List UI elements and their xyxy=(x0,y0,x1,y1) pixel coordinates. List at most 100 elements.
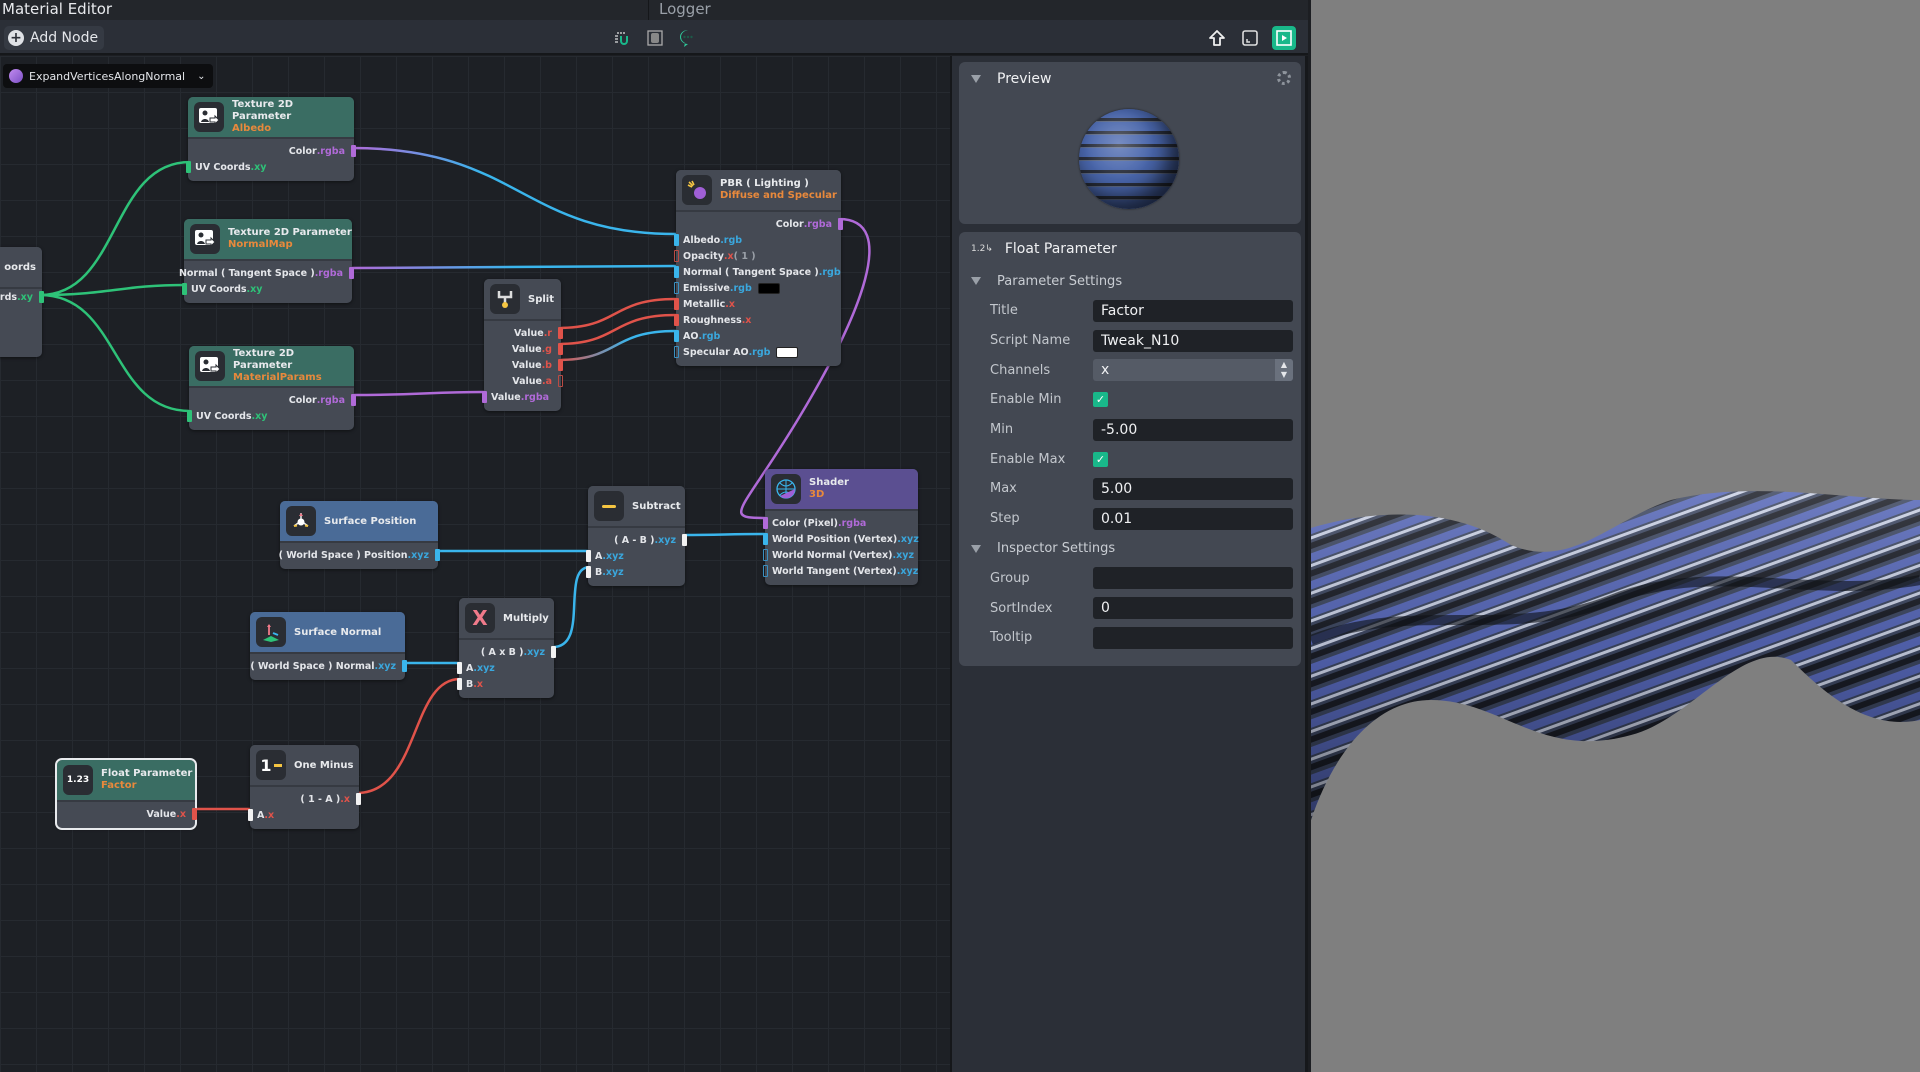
node-graph-canvas[interactable]: ExpandVerticesAlongNormal ⌄ oords ords.x… xyxy=(0,56,952,1072)
collapse-triangle-icon[interactable] xyxy=(971,277,981,285)
row-group: Group xyxy=(959,564,1301,594)
port-ao-in[interactable]: AO .rgb xyxy=(674,328,841,344)
minimap-icon[interactable] xyxy=(1240,28,1260,48)
multiply-icon: X xyxy=(465,603,495,633)
tooltip-input[interactable] xyxy=(1093,626,1293,649)
port-value-out[interactable]: Value .x xyxy=(57,806,197,822)
port-color-out[interactable]: Color .rgba xyxy=(188,143,356,159)
port-b-in[interactable]: B .xyz xyxy=(586,564,685,580)
node-properties-title: Float Parameter xyxy=(1004,241,1117,257)
node-title: Surface Position xyxy=(324,515,417,527)
channels-select[interactable]: x ▲ ▼ xyxy=(1093,359,1293,382)
node-title: Texture 2D Parameter xyxy=(233,348,295,371)
port-b-in[interactable]: B .x xyxy=(457,676,554,692)
step-input[interactable] xyxy=(1093,507,1293,530)
tab-logger[interactable]: Logger xyxy=(648,0,711,20)
wire-split-metallic xyxy=(557,297,677,330)
stepper-icon[interactable]: ▲ ▼ xyxy=(1275,359,1293,382)
port-albedo-in[interactable]: Albedo .rgb xyxy=(674,232,841,248)
node-properties-header: 1.2↳ Float Parameter xyxy=(959,232,1301,266)
row-sort-index: SortIndex xyxy=(959,593,1301,623)
port-world-position-in[interactable]: World Position (Vertex) .xyz xyxy=(763,531,919,547)
port-uv-out[interactable]: ords.xy xyxy=(0,289,44,305)
port-a-in[interactable]: A .x xyxy=(248,807,359,823)
port-uv-in[interactable]: UV Coords .xy xyxy=(186,159,354,175)
script-name-input[interactable] xyxy=(1093,329,1293,352)
node-title: One Minus xyxy=(294,759,354,771)
port-world-normal-in[interactable]: World Normal (Vertex) .xyz xyxy=(763,547,918,563)
enable-min-checkbox[interactable]: ✓ xyxy=(1093,392,1108,408)
port-normal-out[interactable]: Normal ( Tangent Space ) .rgba xyxy=(179,265,354,281)
node-subtract[interactable]: Subtract ( A - B ) .xyz A .xyz B .xyz xyxy=(586,486,687,586)
port-roughness-in[interactable]: Roughness .x xyxy=(674,312,841,328)
inspector-settings-section[interactable]: Inspector Settings xyxy=(959,534,1301,564)
port-specular-ao-in[interactable]: Specular AO .rgb xyxy=(674,344,841,360)
chevron-down-icon: ⌄ xyxy=(197,70,206,82)
port-position-out[interactable]: ( World Space ) Position .xyz xyxy=(279,547,440,563)
port-result-out[interactable]: ( A - B ) .xyz xyxy=(588,532,687,548)
port-opacity-in[interactable]: Opacity .x ( 1 ) xyxy=(674,248,841,264)
node-texture-2d-materialparams[interactable]: Texture 2D Parameter MaterialParams Color… xyxy=(187,346,356,430)
row-channels: Channels x ▲ ▼ xyxy=(959,355,1301,385)
node-surface-normal[interactable]: Surface Normal ( World Space ) Normal .xy… xyxy=(250,612,407,680)
comment-icon[interactable] xyxy=(678,28,698,48)
min-input[interactable] xyxy=(1093,418,1293,441)
node-texture-coordinates-partial[interactable]: oords ords.xy xyxy=(0,247,44,357)
port-value-in[interactable]: Value .rgba xyxy=(482,389,561,405)
node-float-parameter-factor[interactable]: 1.23 Float Parameter Factor Value .x xyxy=(55,758,197,830)
title-input[interactable] xyxy=(1093,299,1293,322)
gear-icon[interactable] xyxy=(1277,71,1291,85)
wire-multiply-subtract xyxy=(552,565,591,649)
node-surface-position[interactable]: Surface Position ( World Space ) Positio… xyxy=(279,501,440,569)
enable-max-checkbox[interactable]: ✓ xyxy=(1093,451,1108,467)
magnet-snap-icon[interactable] xyxy=(612,28,632,48)
collapse-triangle-icon[interactable] xyxy=(971,75,981,83)
node-multiply[interactable]: X Multiply ( A x B ) .xyz A .xyz B .x xyxy=(457,598,556,698)
node-header: 1 One Minus xyxy=(250,745,359,787)
max-input[interactable] xyxy=(1093,477,1293,500)
3d-viewport[interactable] xyxy=(1311,0,1920,1072)
port-result-out[interactable]: ( A x B ) .xyz xyxy=(459,644,556,660)
node-texture-2d-albedo[interactable]: Texture 2D Parameter Albedo Color .rgba UV… xyxy=(186,97,356,181)
home-icon[interactable] xyxy=(1207,28,1227,48)
port-r-out[interactable]: Value .r xyxy=(484,325,563,341)
port-uv-in[interactable]: UV Coords .xy xyxy=(182,281,352,297)
emissive-color-swatch[interactable] xyxy=(757,282,780,294)
wire-split-ao xyxy=(557,329,677,362)
port-normal-out[interactable]: ( World Space ) Normal .xyz xyxy=(250,658,407,674)
node-pbr-lighting[interactable]: PBR ( Lighting ) Diffuse and Specular Col… xyxy=(674,170,843,366)
port-a-out[interactable]: Value .a xyxy=(484,373,563,389)
collapse-triangle-icon[interactable] xyxy=(971,544,981,553)
port-normal-in[interactable]: Normal ( Tangent Space ) .rgb xyxy=(674,264,841,280)
parameter-settings-section[interactable]: Parameter Settings xyxy=(959,266,1301,296)
port-b-out[interactable]: Value .b xyxy=(484,357,563,373)
group-input[interactable] xyxy=(1093,567,1293,590)
graph-selector-dropdown[interactable]: ExpandVerticesAlongNormal ⌄ xyxy=(3,64,214,88)
port-emissive-in[interactable]: Emissive .rgb xyxy=(674,280,841,296)
port-metallic-in[interactable]: Metallic .x xyxy=(674,296,841,312)
port-uv-in[interactable]: UV Coords .xy xyxy=(187,408,354,424)
port-result-out[interactable]: ( 1 - A ) .x xyxy=(250,791,361,807)
sort-index-input[interactable] xyxy=(1093,597,1293,620)
node-one-minus[interactable]: 1 One Minus ( 1 - A ) .x A .x xyxy=(248,745,361,829)
preview-header[interactable]: Preview xyxy=(959,62,1301,96)
preview-play-icon[interactable] xyxy=(1272,26,1296,50)
specular-ao-color-swatch[interactable] xyxy=(776,346,799,358)
node-texture-2d-normalmap[interactable]: Texture 2D Parameter NormalMap Normal ( T… xyxy=(179,219,354,303)
port-color-pixel-in[interactable]: Color (Pixel) .rgba xyxy=(763,515,918,531)
node-shader-3d[interactable]: Shader 3D Color (Pixel) .rgba World Positi… xyxy=(763,469,919,585)
port-color-out[interactable]: Color .rgba xyxy=(189,392,356,408)
port-color-out[interactable]: Color .rgba xyxy=(676,216,843,232)
node-properties-panel: 1.2↳ Float Parameter Parameter Settings … xyxy=(959,232,1301,666)
port-g-out[interactable]: Value .g xyxy=(484,341,563,357)
add-node-button[interactable]: + Add Node xyxy=(4,26,105,50)
node-subtitle: NormalMap xyxy=(228,239,293,250)
port-world-tangent-in[interactable]: World Tangent (Vertex) .xyz xyxy=(763,563,918,579)
lighting-icon xyxy=(682,175,712,205)
port-a-in[interactable]: A .xyz xyxy=(457,660,554,676)
material-preview-sphere[interactable] xyxy=(1079,109,1179,209)
node-header: Surface Position xyxy=(280,501,438,543)
port-a-in[interactable]: A .xyz xyxy=(586,548,685,564)
node-split[interactable]: Split Value .r Value .g Value .b Value .a Va… xyxy=(482,279,563,411)
frame-icon[interactable] xyxy=(645,28,665,48)
